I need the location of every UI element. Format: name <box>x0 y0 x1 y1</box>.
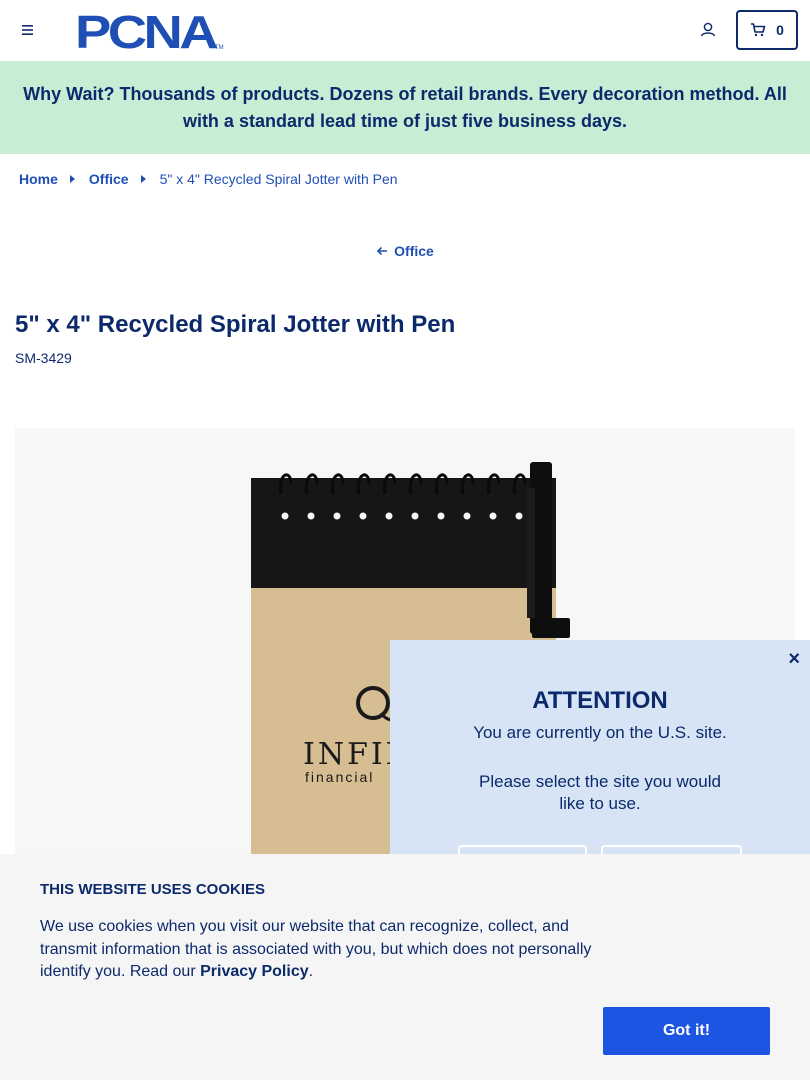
modal-prompt-line-1: Please select the site you would <box>479 772 721 791</box>
product-title: 5" x 4" Recycled Spiral Jotter with Pen <box>15 311 456 338</box>
promo-banner: Why Wait? Thousands of products. Dozens … <box>0 61 810 154</box>
cart-icon <box>751 23 766 37</box>
close-icon[interactable]: × <box>788 648 800 671</box>
breadcrumb-current: 5" x 4" Recycled Spiral Jotter with Pen <box>159 171 398 187</box>
site-header: PCNA TM 0 <box>0 0 810 61</box>
cookie-title: THIS WEBSITE USES COOKIES <box>40 881 266 898</box>
caret-right-icon <box>140 175 146 183</box>
menu-button[interactable] <box>18 20 38 40</box>
breadcrumb-home[interactable]: Home <box>19 171 58 187</box>
caret-right-icon <box>69 175 75 183</box>
site-select-modal: × ATTENTION You are currently on the U.S… <box>390 640 810 875</box>
pcna-logo[interactable]: PCNA TM <box>75 6 225 58</box>
got-it-button[interactable]: Got it! <box>603 1007 770 1055</box>
breadcrumb-office[interactable]: Office <box>89 171 129 187</box>
cookie-message-text: We use cookies when you visit our websit… <box>40 918 592 980</box>
back-link-label: Office <box>394 243 434 259</box>
modal-prompt-line-2: like to use. <box>559 794 641 813</box>
user-icon <box>700 22 716 37</box>
promo-banner-text: Why Wait? Thousands of products. Dozens … <box>23 83 787 131</box>
modal-title: ATTENTION <box>532 687 668 714</box>
arrow-left-icon <box>377 246 388 256</box>
cookie-banner: THIS WEBSITE USES COOKIES We use cookies… <box>0 854 810 1080</box>
cookie-message: We use cookies when you visit our websit… <box>40 916 600 984</box>
modal-current-site-text: You are currently on the U.S. site. <box>473 723 727 742</box>
privacy-policy-link[interactable]: Privacy Policy <box>200 963 309 980</box>
breadcrumb: Home Office 5" x 4" Recycled Spiral Jott… <box>19 171 398 187</box>
imprint-sub-text: financial <box>305 769 374 785</box>
logo-trademark: TM <box>215 45 224 51</box>
back-to-category-link[interactable]: Office <box>0 243 810 259</box>
cart-button[interactable]: 0 <box>736 10 798 50</box>
account-button[interactable] <box>698 20 718 40</box>
logo-text: PCNA <box>75 11 217 51</box>
cookie-message-end: . <box>308 963 314 980</box>
cart-count: 0 <box>776 22 784 38</box>
hamburger-icon <box>22 25 33 35</box>
product-sku: SM-3429 <box>15 350 72 366</box>
